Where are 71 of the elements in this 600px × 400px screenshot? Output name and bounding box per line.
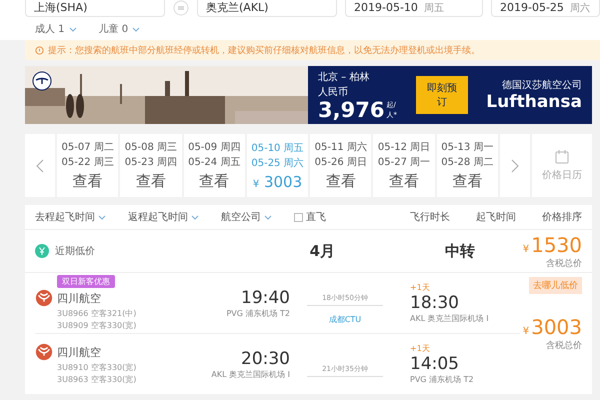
chevron-right-icon bbox=[510, 158, 519, 172]
chevron-left-icon bbox=[36, 158, 44, 172]
calendar-icon bbox=[554, 150, 569, 164]
notice-text: 提示：您搜索的航班中部分航班经停或转机，建议购买前仔细核对航班信息，以免无法办理登机或出境手续。 bbox=[48, 44, 480, 56]
airline-wordmark: Lufthansa bbox=[486, 92, 582, 112]
yen-icon bbox=[35, 244, 49, 258]
swap-icon[interactable] bbox=[173, 0, 189, 16]
trip-price: ¥3003 bbox=[522, 315, 582, 339]
depart-date-field[interactable]: 2019-05-10 周五 bbox=[345, 0, 483, 17]
flight-code: 3U8966 空客321(中) bbox=[56, 308, 138, 319]
next-day-label: +1天 bbox=[410, 343, 431, 354]
low-price-label: 近期低价 bbox=[55, 244, 95, 258]
date-option[interactable]: 05-08 周三 05-23 周四 查看 bbox=[120, 134, 182, 197]
previous-button[interactable] bbox=[25, 134, 55, 197]
flight-code: 3U8910 空客330(宽) bbox=[56, 362, 138, 373]
checkbox-label: 直飞 bbox=[306, 210, 326, 224]
flight-code: 3U8963 空客330(宽) bbox=[56, 374, 138, 385]
book-button[interactable]: 即刻预订 bbox=[416, 76, 468, 114]
weekday-label: 周六 bbox=[570, 2, 590, 14]
checkbox[interactable] bbox=[294, 212, 303, 222]
filter-dropdown[interactable]: 返程起飞时间 bbox=[128, 210, 199, 224]
departure-time: 19:40 bbox=[241, 288, 290, 308]
caret-icon bbox=[191, 214, 199, 220]
airline-logo-icon bbox=[35, 289, 53, 307]
caret-icon bbox=[132, 26, 140, 32]
caret-icon bbox=[68, 26, 77, 32]
filter-dropdown[interactable]: 去程起飞时间 bbox=[35, 210, 106, 224]
currency-label: 人民币 bbox=[318, 86, 349, 98]
date-option[interactable]: 05-11 周六 05-26 周日 查看 bbox=[310, 134, 372, 197]
airline-name: 四川航空 bbox=[57, 290, 101, 306]
flight-code: 3U8909 空客330(宽) bbox=[56, 320, 138, 331]
date-option[interactable]: 05-13 周一 05-28 周二 查看 bbox=[436, 134, 498, 197]
promo-price: 3,976 bbox=[318, 100, 384, 120]
crane-logo-icon bbox=[32, 71, 52, 91]
departure-time: 20:30 bbox=[241, 348, 290, 368]
date-option[interactable]: 05-12 周日 05-27 周一 查看 bbox=[373, 134, 435, 197]
next-day-label: +1天 bbox=[410, 282, 431, 293]
sort-button[interactable]: 飞行时长 bbox=[410, 210, 450, 224]
low-price-badge: 去哪儿低价 bbox=[529, 277, 582, 294]
route-label: 北京 – 柏林 bbox=[318, 70, 370, 84]
next-button[interactable] bbox=[500, 134, 530, 197]
weekday-label: 周五 bbox=[424, 2, 444, 14]
airline-name: 德国汉莎航空公司 bbox=[502, 78, 582, 92]
airport-label: PVG 浦东机场 T2 bbox=[410, 374, 475, 385]
airline-logo-icon bbox=[35, 343, 53, 361]
caret-icon bbox=[264, 214, 272, 220]
passenger-dropdown[interactable]: 成人 1 bbox=[35, 22, 77, 36]
return-date-field[interactable]: 2019-05-25 周六 bbox=[491, 0, 600, 17]
airport-label: AKL 奥克兰国际机场 I bbox=[410, 313, 490, 324]
caret-icon bbox=[98, 214, 106, 220]
low-price: ¥1530 bbox=[522, 232, 582, 256]
airline-name: 四川航空 bbox=[57, 344, 101, 360]
promo-tag: 双日新客优惠 bbox=[57, 275, 115, 288]
airport-label: PVG 浦东机场 T2 bbox=[226, 308, 290, 318]
month-label: 4月 bbox=[308, 242, 335, 260]
arrival-time: 18:30 bbox=[410, 293, 460, 313]
arrival-field[interactable]: 奥克兰(AKL) bbox=[197, 0, 337, 17]
info-icon bbox=[35, 46, 44, 54]
price-note: 含税总价 bbox=[546, 258, 582, 270]
stopover-label: 成都CTU bbox=[328, 314, 362, 325]
sort-button[interactable]: 价格排序 bbox=[542, 210, 582, 224]
sort-button[interactable]: 起飞时间 bbox=[476, 210, 516, 224]
passenger-dropdown[interactable]: 儿童 0 bbox=[98, 22, 140, 36]
filter-dropdown[interactable]: 航空公司 bbox=[221, 210, 272, 224]
date-option[interactable]: 05-09 周四 05-24 周五 查看 bbox=[184, 134, 245, 197]
date-option[interactable]: 05-07 周二 05-22 周三 查看 bbox=[57, 134, 118, 197]
airport-label: AKL 奥克兰国际机场 I bbox=[211, 368, 290, 380]
departure-field[interactable]: 上海(SHA) bbox=[25, 0, 165, 17]
arrival-time: 14:05 bbox=[410, 354, 460, 374]
price-note: 含税总价 bbox=[546, 340, 582, 352]
transfer-label: 中转 bbox=[444, 242, 475, 260]
